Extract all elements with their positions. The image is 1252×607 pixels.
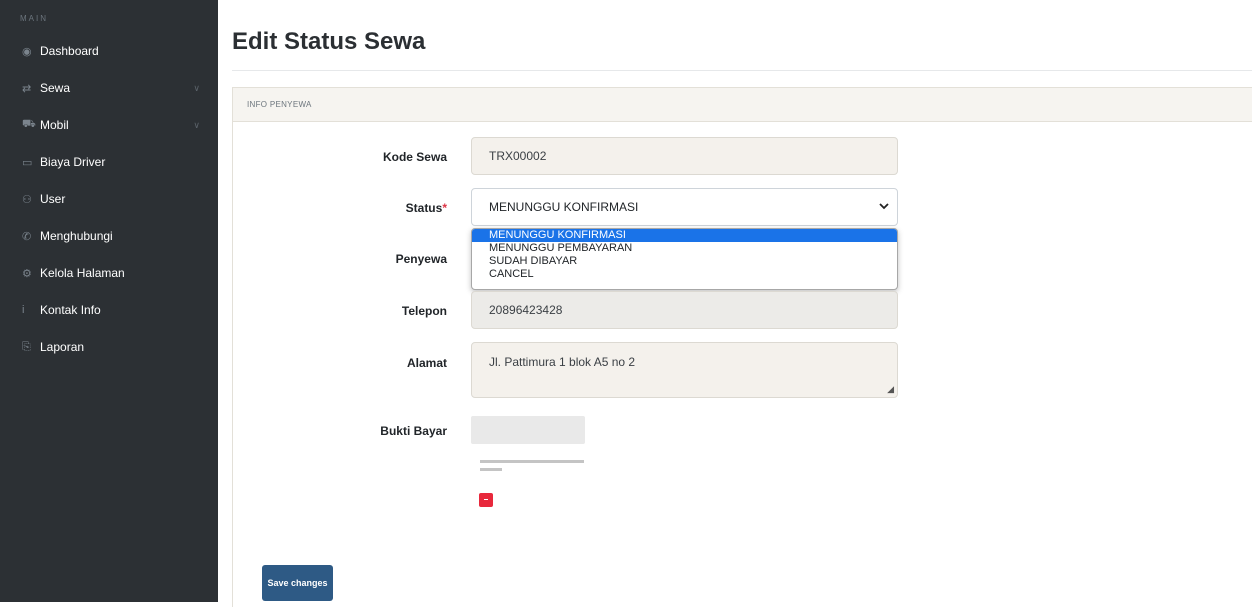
status-option-menunggu-konfirmasi[interactable]: MENUNGGU KONFIRMASI	[472, 229, 897, 242]
chevron-down-icon: ∨	[193, 119, 200, 130]
status-dropdown-list: MENUNGGU KONFIRMASI MENUNGGU PEMBAYARAN …	[471, 228, 898, 290]
sidebar-item-sewa[interactable]: ⇄ Sewa ∨	[0, 74, 218, 102]
sidebar-item-label: Biaya Driver	[40, 155, 106, 169]
status-option-sudah-dibayar[interactable]: SUDAH DIBAYAR	[472, 255, 897, 268]
status-selected-value: MENUNGGU KONFIRMASI	[489, 200, 639, 214]
required-mark: *	[442, 201, 447, 215]
chevron-down-icon: ∨	[193, 82, 200, 93]
telepon-value: 20896423428	[489, 303, 563, 317]
alamat-label: Alamat	[406, 356, 447, 370]
sidebar-item-label: Kontak Info	[40, 303, 101, 317]
status-label: Status*	[247, 201, 447, 215]
users-icon: ⚇	[22, 193, 32, 206]
sidebar-item-label: Kelola Halaman	[40, 266, 125, 280]
save-changes-button[interactable]: Save changes	[262, 565, 333, 601]
tachometer-icon: ◉	[22, 45, 32, 58]
delete-file-button[interactable]	[479, 493, 493, 507]
sidebar-item-kelola-halaman[interactable]: ⚙ Kelola Halaman	[0, 259, 218, 287]
sidebar-item-label: Dashboard	[40, 44, 99, 58]
telepon-label: Telepon	[401, 304, 447, 318]
telepon-field[interactable]: 20896423428	[471, 291, 898, 329]
report-icon: ⎘	[22, 340, 31, 353]
sidebar-item-biaya-driver[interactable]: ▭ Biaya Driver	[0, 148, 218, 176]
sidebar-item-label: Mobil	[40, 118, 69, 132]
chevron-down-icon	[879, 201, 889, 214]
resize-handle-icon[interactable]: ◢	[887, 384, 894, 395]
kode-sewa-value: TRX00002	[489, 149, 547, 163]
sidebar-section-label: MAIN	[20, 14, 48, 23]
status-label-text: Status	[405, 201, 443, 215]
bukti-bayar-label: Bukti Bayar	[380, 424, 447, 438]
sidebar-item-dashboard[interactable]: ◉ Dashboard	[0, 37, 218, 65]
sidebar-item-label: Laporan	[40, 340, 85, 354]
kode-sewa-field[interactable]: TRX00002	[471, 137, 898, 175]
kode-sewa-label: Kode Sewa	[382, 150, 447, 164]
divider	[232, 70, 1252, 71]
sidebar-item-menghubungi[interactable]: ✆ Menghubungi	[0, 222, 218, 250]
sidebar: MAIN ◉ Dashboard ⇄ Sewa ∨ ⛟ Mobil ∨ ▭ Bi…	[0, 0, 218, 602]
status-select[interactable]: MENUNGGU KONFIRMASI	[471, 188, 898, 226]
exchange-icon: ⇄	[22, 82, 32, 95]
alamat-value: Jl. Pattimura 1 blok A5 no 2	[489, 355, 636, 369]
sidebar-item-label: Sewa	[40, 81, 71, 95]
car-icon: ⛟	[22, 118, 36, 130]
page-title: Edit Status Sewa	[232, 28, 426, 55]
bukti-bayar-file-caption	[480, 458, 590, 471]
sidebar-item-label: User	[40, 192, 66, 206]
sidebar-item-kontak-info[interactable]: i Kontak Info	[0, 296, 218, 324]
status-option-menunggu-pembayaran[interactable]: MENUNGGU PEMBAYARAN	[472, 242, 897, 255]
sidebar-item-label: Menghubungi	[40, 229, 113, 243]
info-icon: i	[22, 304, 25, 316]
main-content: Edit Status Sewa INFO PENYEWA Kode Sewa …	[218, 0, 1252, 607]
bukti-bayar-preview-image	[471, 416, 585, 444]
gear-icon: ⚙	[22, 267, 32, 280]
money-icon: ▭	[22, 156, 33, 169]
status-option-cancel[interactable]: CANCEL	[472, 268, 897, 281]
sidebar-item-user[interactable]: ⚇ User	[0, 185, 218, 213]
sidebar-item-laporan[interactable]: ⎘ Laporan	[0, 333, 218, 361]
penyewa-label: Penyewa	[395, 252, 447, 266]
card-header: INFO PENYEWA	[233, 88, 1252, 122]
alamat-textarea[interactable]: Jl. Pattimura 1 blok A5 no 2 ◢	[471, 342, 898, 398]
sidebar-item-mobil[interactable]: ⛟ Mobil ∨	[0, 111, 218, 139]
phone-icon: ✆	[22, 230, 32, 243]
